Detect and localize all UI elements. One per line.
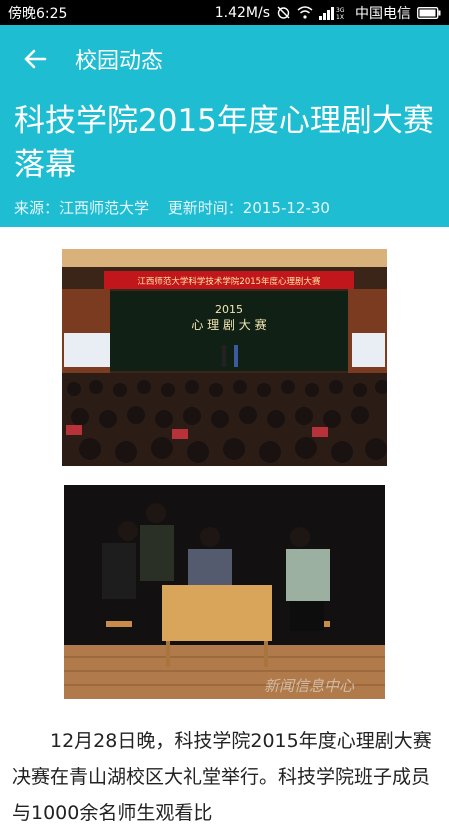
photo-watermark: 新闻信息中心 — [264, 677, 355, 695]
article-updated: 更新时间：2015-12-30 — [167, 199, 330, 217]
status-bar: 傍晚6:25 1.42M/s 3G 1X 中国电信 — [0, 0, 449, 25]
signal-icon: 3G 1X — [319, 6, 349, 20]
article-body: 12月28日晚，科技学院2015年度心理剧大赛决赛在青山湖校区大礼堂举行。科技学… — [12, 730, 432, 824]
svg-text:3G: 3G — [336, 7, 345, 14]
status-indicators: 1.42M/s 3G 1X 中国电信 — [215, 3, 441, 23]
stage-photo[interactable]: 江西师范大学科学技术学院2015年度心理剧大赛 2015 心 理 剧 大 赛 — [62, 249, 387, 466]
alarm-icon — [276, 5, 291, 20]
stage-banner-text: 江西师范大学科学技术学院2015年度心理剧大赛 — [137, 276, 321, 287]
back-button[interactable] — [0, 25, 70, 93]
carrier-name: 中国电信 — [355, 5, 411, 22]
article-meta: 来源：江西师范大学 更新时间：2015-12-30 — [14, 197, 330, 218]
stage-heading-text: 心 理 剧 大 赛 — [191, 317, 266, 332]
stage-year-text: 2015 — [215, 303, 243, 316]
battery-icon — [417, 6, 441, 19]
wifi-icon — [297, 6, 313, 19]
article-header: 校园动态 科技学院2015年度心理剧大赛落幕 来源：江西师范大学 更新时间：20… — [0, 25, 449, 227]
network-speed: 1.42M/s — [214, 4, 270, 21]
article-source: 来源：江西师范大学 — [14, 199, 150, 217]
status-time: 傍晚6:25 — [8, 5, 68, 22]
toolbar: 校园动态 — [0, 25, 449, 93]
article-title: 科技学院2015年度心理剧大赛落幕 — [14, 103, 434, 183]
performance-photo[interactable]: 新闻信息中心 — [64, 485, 385, 699]
toolbar-title: 校园动态 — [75, 49, 164, 74]
svg-text:1X: 1X — [336, 14, 344, 20]
arrow-left-icon — [24, 49, 47, 69]
